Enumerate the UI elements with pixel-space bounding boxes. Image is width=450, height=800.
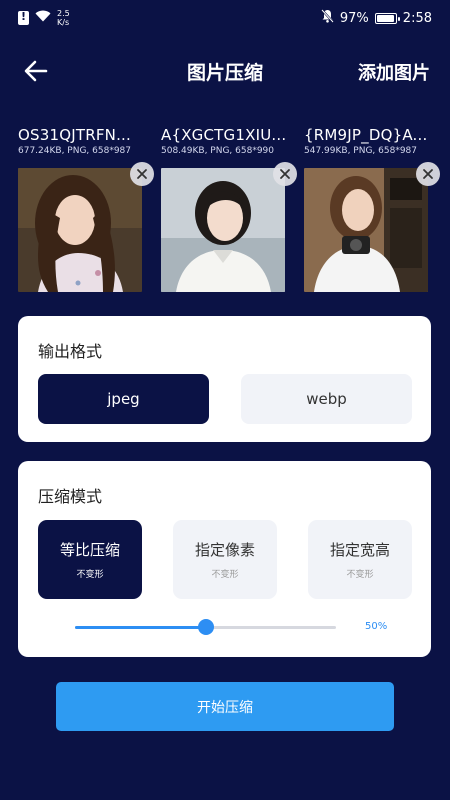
format-webp-button[interactable]: webp (241, 374, 412, 424)
battery-icon (374, 12, 400, 24)
image-filename: OS31QJTRFN... (18, 126, 131, 144)
add-image-button[interactable]: 添加图片 (358, 59, 430, 85)
start-compress-button[interactable]: 开始压缩 (56, 682, 394, 731)
image-thumbnail[interactable] (18, 168, 142, 292)
mode-proportional-button[interactable]: 等比压缩 不变形 (38, 520, 142, 599)
image-filename: A{XGCTG1XIU... (161, 126, 287, 144)
mode-dimensions-button[interactable]: 指定宽高 不变形 (308, 520, 412, 599)
format-jpeg-button[interactable]: jpeg (38, 374, 209, 424)
network-speed-unit: K/s (57, 18, 70, 27)
network-speed-value: 2.5 (57, 9, 70, 18)
close-icon (423, 169, 433, 179)
status-right: 97% 2:58 (321, 9, 432, 27)
output-format-title: 输出格式 (38, 342, 103, 361)
image-thumbnail[interactable] (304, 168, 428, 292)
compress-mode-panel: 压缩模式 等比压缩 不变形 指定像素 不变形 指定宽高 不变形 50% (18, 461, 431, 657)
mute-bell-icon (321, 9, 334, 27)
quality-value: 50% (365, 621, 388, 632)
mode-label: 指定像素 (194, 541, 255, 559)
remove-image-button[interactable] (130, 162, 154, 186)
close-icon (137, 169, 147, 179)
image-filename: {RM9JP_DQ}A... (304, 126, 428, 144)
image-meta: 547.99KB, PNG, 658*987 (304, 146, 418, 156)
image-meta: 677.24KB, PNG, 658*987 (18, 146, 132, 156)
status-bar: 2.5 K/s 97% 2:58 (0, 0, 450, 36)
remove-image-button[interactable] (416, 162, 440, 186)
selected-images-list: OS31QJTRFN... 677.24KB, PNG, 658*987 A{X… (18, 126, 450, 301)
remove-image-button[interactable] (273, 162, 297, 186)
quality-slider-fill (75, 626, 206, 629)
back-arrow-icon[interactable] (22, 57, 50, 85)
battery-percent: 97% (339, 10, 369, 26)
wifi-icon (35, 10, 51, 26)
network-speed: 2.5 K/s (57, 9, 79, 27)
mode-label: 指定宽高 (329, 541, 390, 559)
quality-slider-thumb[interactable] (197, 619, 214, 635)
status-left: 2.5 K/s (18, 9, 79, 27)
quality-slider[interactable] (75, 619, 336, 635)
image-thumbnail[interactable] (161, 168, 285, 292)
mode-sublabel: 不变形 (211, 570, 239, 580)
image-item[interactable]: {RM9JP_DQ}A... 547.99KB, PNG, 658*987 (304, 126, 440, 301)
app-header: 图片压缩 添加图片 (0, 48, 450, 94)
sim-alert-icon (18, 10, 29, 25)
mode-sublabel: 不变形 (76, 570, 104, 580)
image-meta: 508.49KB, PNG, 658*990 (161, 146, 275, 156)
close-icon (280, 169, 290, 179)
output-format-panel: 输出格式 jpeg webp (18, 316, 431, 442)
image-item[interactable]: OS31QJTRFN... 677.24KB, PNG, 658*987 (18, 126, 154, 301)
image-item[interactable]: A{XGCTG1XIU... 508.49KB, PNG, 658*990 (161, 126, 297, 301)
mode-pixels-button[interactable]: 指定像素 不变形 (173, 520, 277, 599)
compress-mode-title: 压缩模式 (38, 487, 103, 506)
mode-label: 等比压缩 (59, 541, 120, 559)
mode-sublabel: 不变形 (346, 570, 374, 580)
page-title: 图片压缩 (186, 61, 263, 84)
status-time: 2:58 (402, 10, 432, 26)
